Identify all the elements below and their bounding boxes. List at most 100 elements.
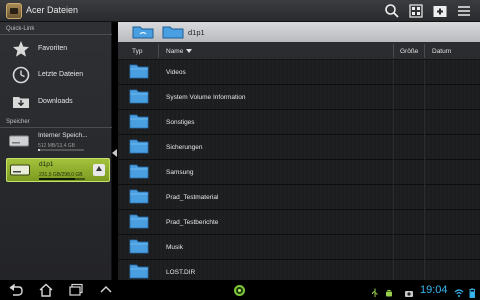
column-header-name[interactable]: Name: [166, 48, 193, 55]
sidebar-item-label: Letzte Dateien: [38, 71, 84, 78]
camera-icon: [404, 285, 414, 297]
android-debug-icon: [384, 285, 394, 297]
file-row[interactable]: Samsung: [118, 160, 480, 185]
menu-up-icon[interactable]: [98, 283, 114, 297]
breadcrumb-d1p1[interactable]: d1p1: [162, 24, 242, 40]
column-separator: [424, 235, 425, 260]
file-name: Prad_Testmaterial: [166, 194, 219, 201]
file-name: LOST.DIR: [166, 269, 196, 276]
file-row[interactable]: Sicherungen: [118, 135, 480, 160]
search-icon[interactable]: [384, 3, 400, 19]
back-icon[interactable]: [8, 283, 24, 297]
column-separator: [424, 210, 425, 235]
new-folder-icon[interactable]: [432, 3, 448, 19]
quick-link-heading: Quick-Link: [6, 26, 35, 32]
drive-icon: [9, 134, 29, 148]
file-name: Prad_Testberichte: [166, 219, 219, 226]
downloads-folder-icon: [12, 93, 30, 111]
storage-usage-bar: [39, 178, 85, 180]
recent-apps-icon[interactable]: [68, 283, 84, 297]
file-name: Sonstiges: [166, 119, 195, 126]
file-row[interactable]: Videos: [118, 60, 480, 85]
battery-icon: [467, 285, 477, 298]
root-folder-icon: [132, 25, 154, 39]
folder-icon: [129, 163, 149, 179]
column-header-size[interactable]: Größe: [400, 48, 418, 55]
folder-icon: [129, 138, 149, 154]
divider: [0, 34, 112, 35]
column-separator: [393, 44, 394, 58]
clock-icon: [12, 66, 30, 84]
system-navigation-bar: 19:04: [0, 280, 480, 300]
file-name: Sicherungen: [166, 144, 203, 151]
apps-launcher-icon[interactable]: [234, 285, 245, 296]
usb-icon: [370, 285, 380, 297]
file-row[interactable]: Prad_Testberichte: [118, 210, 480, 235]
folder-icon: [129, 238, 149, 254]
column-separator: [393, 135, 394, 160]
folder-icon: [129, 263, 149, 279]
eject-icon[interactable]: [93, 164, 105, 176]
column-header-type[interactable]: Typ: [132, 48, 142, 55]
status-clock: 19:04: [420, 284, 448, 296]
table-header: Typ Name Größe Datum: [118, 42, 480, 60]
column-separator: [393, 235, 394, 260]
column-separator: [424, 160, 425, 185]
column-header-date[interactable]: Datum: [432, 48, 451, 55]
folder-icon: [129, 63, 149, 79]
storage-usage-fill: [39, 178, 75, 180]
sidebar-item-favorites[interactable]: Favoriten: [0, 36, 112, 62]
sidebar-item-label: Downloads: [38, 98, 73, 105]
file-name: Musik: [166, 244, 183, 251]
app-title: Acer Dateien: [26, 5, 79, 15]
breadcrumb: d1p1: [118, 22, 480, 42]
wifi-icon: [454, 285, 464, 297]
folder-icon: [129, 113, 149, 129]
sidebar-item-label: Favoriten: [38, 45, 68, 52]
file-row[interactable]: Sonstiges: [118, 110, 480, 135]
column-separator: [393, 85, 394, 110]
file-row[interactable]: Prad_Testmaterial: [118, 185, 480, 210]
drive-icon: [10, 163, 30, 177]
storage-name: d1p1: [39, 161, 54, 168]
app-logo-icon: [6, 3, 22, 19]
column-separator: [424, 85, 425, 110]
column-separator: [424, 60, 425, 85]
column-separator: [424, 135, 425, 160]
storage-usage-bar: [38, 149, 84, 151]
file-row[interactable]: System Volume Information: [118, 85, 480, 110]
home-icon[interactable]: [38, 283, 54, 297]
column-separator: [393, 185, 394, 210]
column-separator: [424, 110, 425, 135]
storage-d1p1[interactable]: d1p1 231,5 GB/298,0 GB: [6, 158, 110, 182]
file-row[interactable]: Musik: [118, 235, 480, 260]
file-browser: d1p1 Typ Name Größe Datum Videos System V…: [118, 22, 480, 285]
storage-usage-fill: [38, 149, 40, 151]
storage-name: Interner Speich...: [38, 132, 88, 139]
grid-view-icon[interactable]: [408, 3, 424, 19]
column-separator: [424, 44, 425, 58]
column-header-label: Name: [166, 48, 184, 55]
column-separator: [393, 210, 394, 235]
file-name: Videos: [166, 69, 186, 76]
storage-internal[interactable]: Interner Speich... 512 MB/13,4 GB: [6, 130, 110, 154]
column-separator: [393, 160, 394, 185]
breadcrumb-root[interactable]: [132, 24, 156, 40]
file-list: Videos System Volume Information Sonstiges…: [118, 60, 480, 285]
folder-icon: [129, 213, 149, 229]
sidebar-item-recent-files[interactable]: Letzte Dateien: [0, 62, 112, 88]
sidebar: Quick-Link Favoriten Letzte Dateien Down…: [0, 22, 112, 280]
divider: [0, 127, 112, 128]
file-name: Samsung: [166, 169, 194, 176]
menu-icon[interactable]: [456, 3, 472, 19]
file-name: System Volume Information: [166, 94, 246, 101]
star-icon: [12, 40, 30, 58]
column-separator: [158, 44, 159, 58]
breadcrumb-label: d1p1: [188, 28, 205, 37]
sidebar-item-downloads[interactable]: Downloads: [0, 89, 112, 115]
storage-heading: Speicher: [6, 119, 30, 125]
folder-icon: [129, 88, 149, 104]
column-separator: [393, 110, 394, 135]
column-separator: [424, 185, 425, 210]
folder-icon: [162, 25, 184, 39]
